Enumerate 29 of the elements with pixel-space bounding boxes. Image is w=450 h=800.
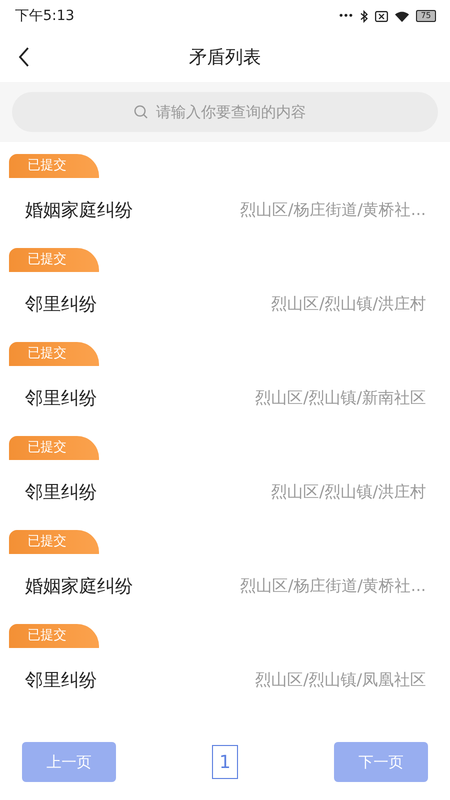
- search-icon: [134, 105, 148, 119]
- dispute-location: 烈山区/烈山镇/洪庄村: [271, 294, 426, 314]
- sim-icon: [374, 10, 388, 22]
- dispute-location: 烈山区/烈山镇/新南社区: [255, 388, 426, 408]
- status-tag: 已提交: [9, 624, 99, 648]
- search-field[interactable]: 请输入你要查询的内容: [156, 103, 316, 121]
- status-tag: 已提交: [9, 248, 99, 272]
- dispute-location: 烈山区/烈山镇/凤凰社区: [255, 670, 426, 690]
- dispute-type[interactable]: 婚姻家庭纠纷: [25, 198, 133, 222]
- status-tag: 已提交: [9, 530, 99, 554]
- dispute-type[interactable]: 邻里纠纷: [25, 292, 97, 316]
- page-title: 矛盾列表: [189, 46, 261, 69]
- dispute-type[interactable]: 邻里纠纷: [25, 480, 97, 504]
- dispute-type[interactable]: 婚姻家庭纠纷: [25, 574, 133, 598]
- status-tag: 已提交: [9, 436, 99, 460]
- battery-icon: 75: [416, 10, 436, 22]
- dispute-location: 烈山区/杨庄街道/黄桥社...: [240, 576, 426, 596]
- dispute-type[interactable]: 邻里纠纷: [25, 668, 97, 692]
- status-tag: 已提交: [9, 342, 99, 366]
- wifi-icon: [394, 10, 409, 22]
- back-icon[interactable]: [18, 47, 30, 67]
- dispute-type[interactable]: 邻里纠纷: [25, 386, 97, 410]
- status-time: 下午5:13: [15, 7, 74, 25]
- dispute-location: 烈山区/烈山镇/洪庄村: [271, 482, 426, 502]
- page-number[interactable]: 1: [212, 745, 238, 779]
- dispute-location: 烈山区/杨庄街道/黄桥社...: [240, 200, 426, 220]
- more-icon: •••: [338, 10, 353, 22]
- bluetooth-icon: [360, 10, 368, 22]
- status-tag: 已提交: [9, 154, 99, 178]
